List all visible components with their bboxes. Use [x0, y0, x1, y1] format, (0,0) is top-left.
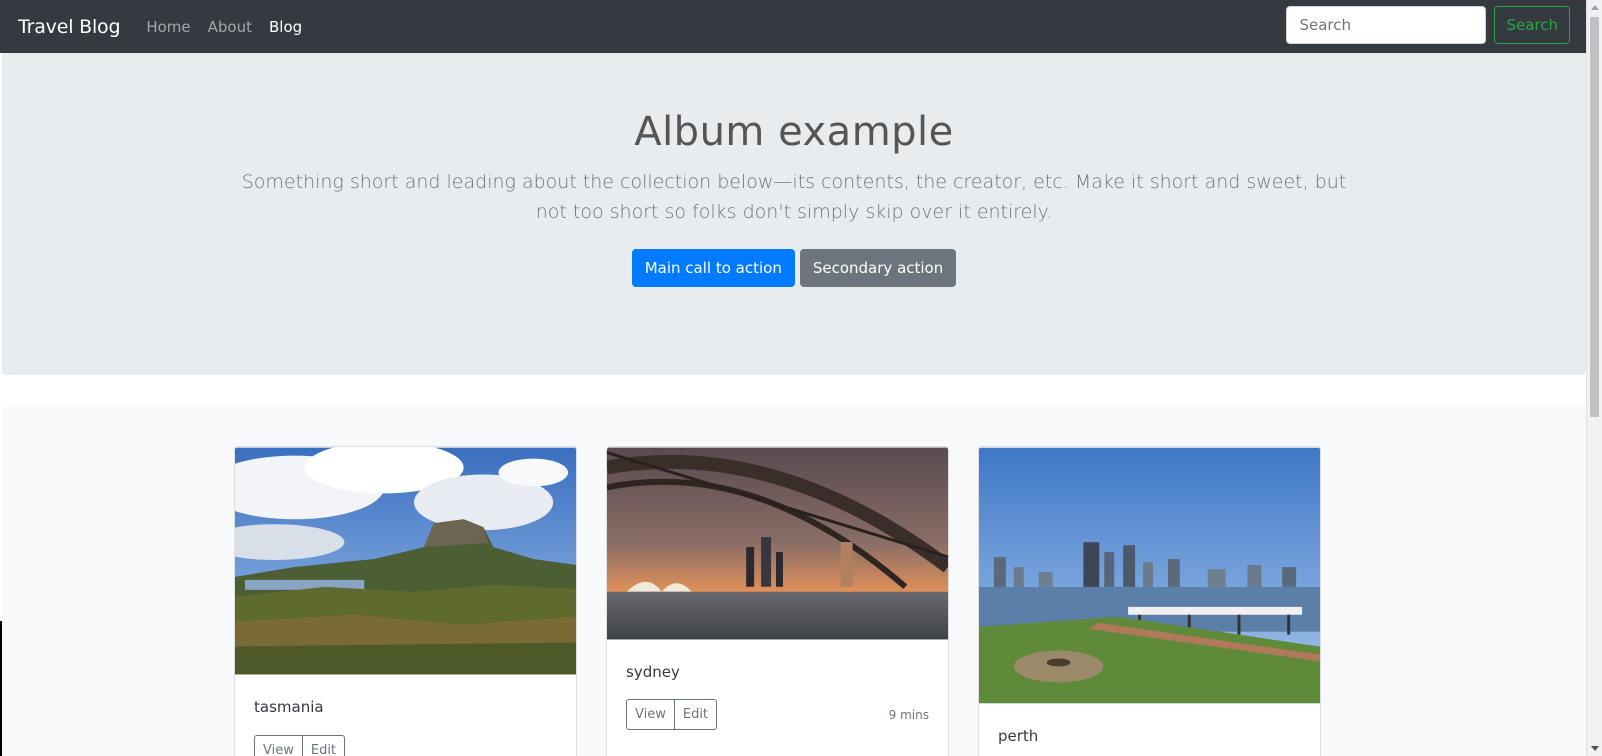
search-button[interactable]: Search [1494, 6, 1570, 44]
top-navbar: Travel Blog Home About Blog Search [0, 0, 1586, 53]
album-card: tasmania View Edit [234, 446, 577, 756]
edit-button[interactable]: Edit [674, 699, 718, 730]
nav-link-about[interactable]: About [208, 18, 252, 36]
hero-buttons: Main call to action Secondary action [2, 249, 1586, 287]
secondary-action-button[interactable]: Secondary action [799, 249, 957, 287]
album-section: tasmania View Edit sydney View Edit 9 mi… [2, 407, 1586, 756]
window-edge [0, 621, 2, 756]
view-button[interactable]: View [254, 735, 303, 756]
main-call-to-action-button[interactable]: Main call to action [631, 249, 795, 287]
brand-link[interactable]: Travel Blog [18, 16, 121, 38]
scroll-up-arrow-icon[interactable] [1591, 5, 1599, 10]
album-card: sydney View Edit 9 mins [606, 446, 949, 756]
card-title-sydney: sydney [626, 663, 680, 681]
card-title-tasmania: tasmania [254, 698, 324, 716]
edit-button[interactable]: Edit [302, 735, 346, 756]
tasmania-photo [235, 447, 576, 675]
card-title-perth: perth [998, 727, 1039, 745]
nav-link-blog[interactable]: Blog [269, 18, 302, 36]
card-button-group: View Edit [626, 699, 718, 730]
vertical-scrollbar[interactable] [1586, 0, 1602, 756]
hero-lead-text: Something short and leading about the co… [241, 171, 1347, 223]
search-form: Search [1286, 6, 1570, 44]
card-button-group: View Edit [254, 735, 346, 756]
view-button[interactable]: View [626, 699, 675, 730]
sydney-photo [607, 447, 948, 640]
album-card: perth [978, 446, 1321, 756]
scroll-down-arrow-icon[interactable] [1591, 746, 1599, 751]
perth-photo [979, 447, 1320, 704]
search-input[interactable] [1286, 6, 1487, 44]
scrollbar-thumb[interactable] [1590, 17, 1599, 417]
hero-section: Album example Something short and leadin… [2, 53, 1586, 375]
read-time-label: 9 mins [888, 708, 929, 722]
hero-title: Album example [634, 109, 954, 155]
nav-link-home[interactable]: Home [146, 18, 190, 36]
